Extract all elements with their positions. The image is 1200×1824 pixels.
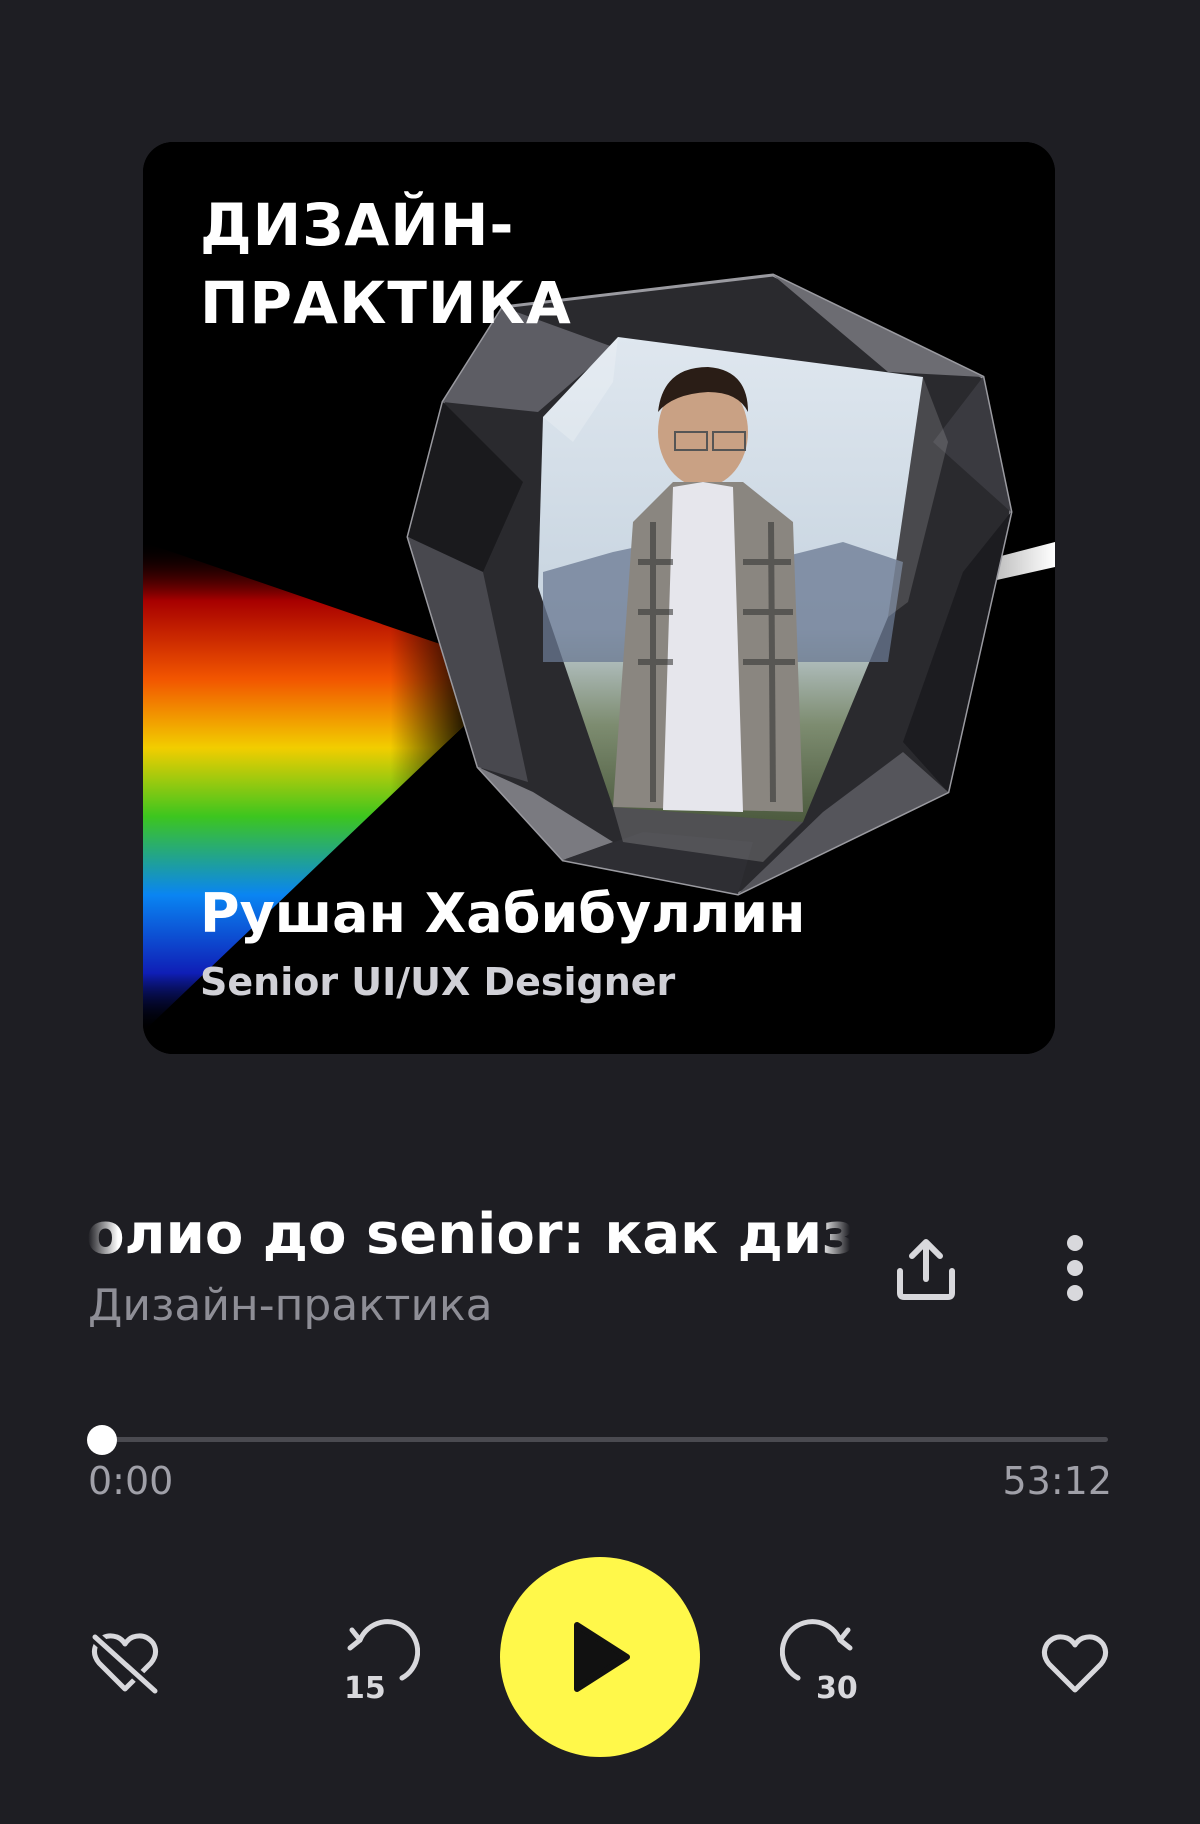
heart-icon [1041, 1634, 1109, 1693]
share-icon [897, 1239, 955, 1300]
cover-title: ДИЗАЙН- ПРАКТИКА [200, 191, 572, 337]
progress-thumb[interactable] [87, 1425, 117, 1455]
progress-track[interactable] [90, 1437, 1108, 1442]
play-icon [574, 1622, 630, 1692]
rewind-button[interactable]: 15 [330, 1618, 420, 1708]
rewind-15-icon: 15 [344, 1619, 420, 1706]
forward-30-icon: 30 [780, 1619, 858, 1706]
cover-guest-name: Рушан Хабибуллин [200, 882, 806, 945]
forward-button[interactable]: 30 [780, 1618, 870, 1708]
share-button[interactable] [888, 1230, 964, 1306]
cover-guest-role: Senior UI/UX Designer [200, 960, 676, 1004]
dislike-button[interactable] [80, 1618, 170, 1708]
total-time: 53:12 [1002, 1459, 1112, 1503]
dislike-icon [90, 1632, 160, 1696]
podcast-name[interactable]: Дизайн-практика [88, 1278, 493, 1334]
more-vertical-icon [1067, 1235, 1083, 1301]
forward-seconds: 30 [816, 1671, 858, 1706]
episode-title: ролио до senior: как дизай [88, 1202, 850, 1267]
current-time: 0:00 [88, 1459, 174, 1503]
like-button[interactable] [1030, 1618, 1120, 1708]
rewind-seconds: 15 [344, 1671, 386, 1706]
play-button[interactable] [500, 1557, 700, 1757]
podcast-cover: ДИЗАЙН- ПРАКТИКА Рушан Хабибуллин Senior… [143, 142, 1055, 1054]
more-options-button[interactable] [1040, 1230, 1110, 1306]
episode-title-marquee[interactable]: ролио до senior: как дизай [88, 1200, 850, 1270]
